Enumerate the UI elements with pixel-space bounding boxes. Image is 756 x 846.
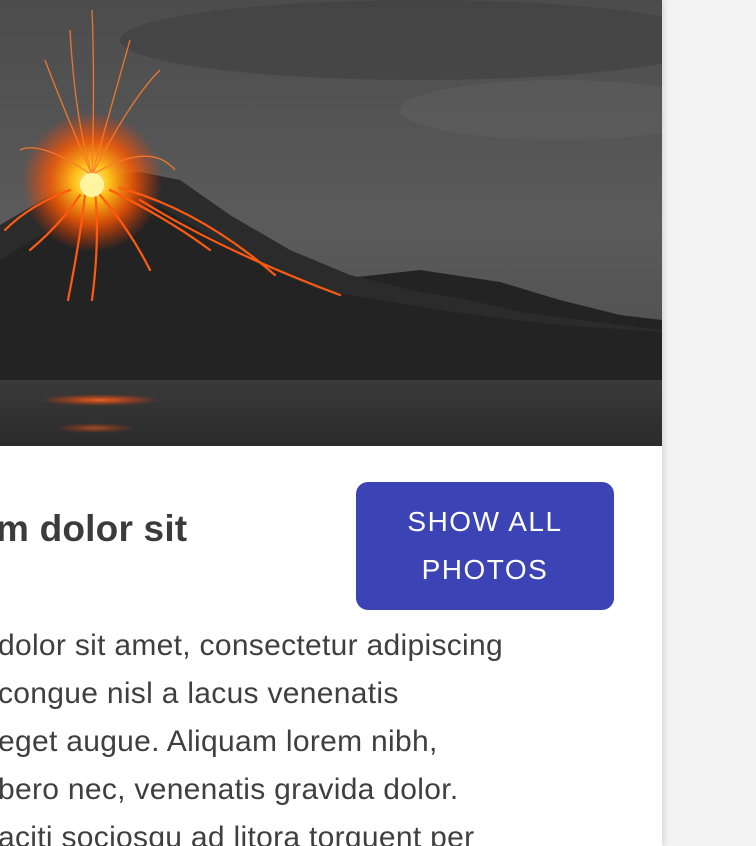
page: m dolor sit SHOW ALL PHOTOS dolor sit am… <box>0 0 756 846</box>
body-line: dolor sit amet, consectetur adipiscing <box>0 629 503 662</box>
card-body-text: dolor sit amet, consectetur adipiscing c… <box>0 622 638 846</box>
body-line: congue nisl a lacus venenatis <box>0 677 399 710</box>
volcano-photo-image <box>0 0 662 446</box>
body-line: aciti sociosqu ad litora torquent per <box>0 821 475 846</box>
photo-card: m dolor sit SHOW ALL PHOTOS dolor sit am… <box>0 0 662 846</box>
show-all-photos-button[interactable]: SHOW ALL PHOTOS <box>356 482 614 610</box>
hero-photo[interactable] <box>0 0 662 446</box>
body-line: eget augue. Aliquam lorem nibh, <box>0 725 438 758</box>
body-line: bero nec, venenatis gravida dolor. <box>0 773 459 806</box>
show-all-photos-label: SHOW ALL PHOTOS <box>407 506 563 585</box>
card-title: m dolor sit <box>0 508 188 549</box>
